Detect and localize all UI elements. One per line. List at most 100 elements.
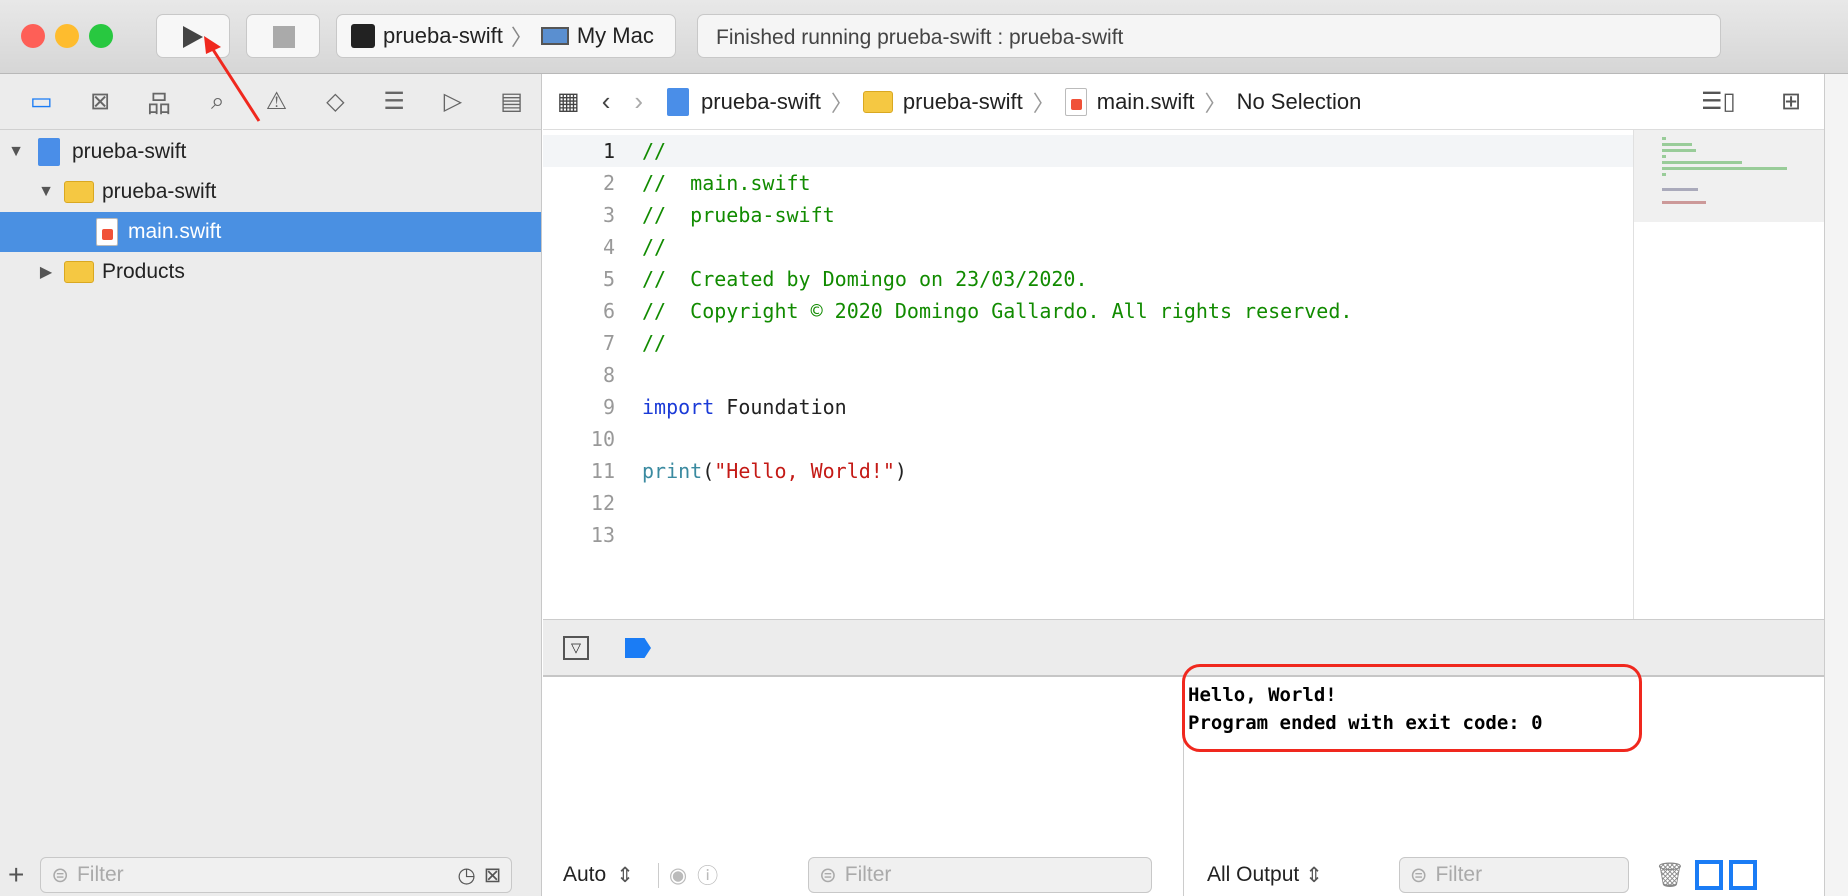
- code-text: //: [642, 235, 667, 259]
- code-text: // main.swift: [642, 171, 811, 195]
- minimap[interactable]: [1633, 130, 1824, 619]
- line-number: 8: [602, 363, 615, 387]
- code-line[interactable]: 9 import Foundation: [543, 391, 1633, 423]
- code-line[interactable]: 8: [543, 359, 1633, 391]
- breadcrumb-project[interactable]: prueba-swift: [701, 89, 821, 115]
- line-number: 5: [602, 267, 615, 291]
- breadcrumb-symbol[interactable]: No Selection: [1237, 89, 1362, 115]
- breadcrumb-file[interactable]: main.swift: [1097, 89, 1195, 115]
- code-line[interactable]: 4 //: [543, 231, 1633, 263]
- editor-options-icon[interactable]: ☰▯: [1701, 87, 1736, 116]
- disclosure-open-icon[interactable]: ▼: [6, 143, 26, 161]
- chevron-right-icon: 〉: [1032, 90, 1055, 116]
- destination-label: My Mac: [576, 23, 654, 48]
- console-filter-input[interactable]: ⊜ Filter: [1398, 857, 1629, 893]
- test-icon[interactable]: ◇: [306, 87, 365, 116]
- report-icon[interactable]: ▤: [482, 87, 541, 116]
- clock-icon[interactable]: ◷: [457, 863, 475, 888]
- filter-placeholder: Filter: [1435, 863, 1483, 886]
- variables-filter-input[interactable]: ⊜ Filter: [808, 857, 1153, 893]
- back-button[interactable]: ‹: [602, 86, 611, 117]
- line-number: 2: [602, 171, 615, 195]
- code-line[interactable]: 5 // Created by Domingo on 23/03/2020.: [543, 263, 1633, 295]
- code-line[interactable]: 11 print("Hello, World!"): [543, 455, 1633, 487]
- code-line[interactable]: 10: [543, 423, 1633, 455]
- code-text: // Copyright © 2020 Domingo Gallardo. Al…: [642, 299, 1353, 323]
- line-number: 10: [590, 427, 615, 451]
- code-line[interactable]: 6 // Copyright © 2020 Domingo Gallardo. A…: [543, 295, 1633, 327]
- info-icon[interactable]: ⓘ: [697, 860, 718, 890]
- breadcrumb-group[interactable]: prueba-swift: [903, 89, 1023, 115]
- swift-file-icon: [96, 218, 118, 246]
- chevron-right-icon: 〉: [510, 25, 533, 50]
- variables-mode-select[interactable]: Auto: [563, 863, 606, 887]
- disclosure-open-icon[interactable]: ▼: [36, 183, 56, 201]
- string-literal: "Hello, World!": [714, 459, 895, 483]
- filter-icon: ⊜: [51, 863, 69, 887]
- line-number: 6: [602, 299, 615, 323]
- navigator-filter-input[interactable]: ⊜ Filter ◷ ⊠: [40, 857, 513, 893]
- scheme-selector[interactable]: prueba-swift 〉 My Mac: [336, 14, 676, 58]
- debug-icon[interactable]: ☰: [365, 87, 424, 116]
- line-number: 13: [590, 523, 615, 547]
- laptop-icon: [540, 27, 569, 45]
- function-name: print: [642, 459, 703, 483]
- filter-placeholder: Filter: [844, 863, 892, 886]
- jump-bar: ▦ ‹ › prueba-swift 〉 prueba-swift 〉 main…: [543, 74, 1824, 130]
- annotation-highlight-box: [1182, 664, 1642, 752]
- eye-icon[interactable]: ◉: [657, 862, 687, 888]
- code-line[interactable]: 7 //: [543, 327, 1633, 359]
- source-control-filter-icon[interactable]: ⊠: [484, 863, 502, 888]
- scheme-label: prueba-swift: [383, 23, 503, 48]
- tree-item-products[interactable]: ▶ Products: [0, 252, 541, 292]
- console-footer: All Output ⇕ ⊜ Filter 🗑: [1207, 854, 1824, 896]
- source-editor[interactable]: 1 // 2 // main.swift 3 // prueba-swift 4 // 5 // …: [543, 130, 1633, 619]
- show-console-toggle-icon[interactable]: [1729, 860, 1758, 890]
- hide-debug-area-icon[interactable]: ▽: [563, 636, 589, 660]
- activity-status: Finished running prueba-swift : prueba-s…: [697, 14, 1721, 58]
- show-variables-toggle-icon[interactable]: [1695, 860, 1724, 890]
- line-number: 1: [602, 139, 615, 163]
- folder-icon: [64, 181, 94, 203]
- tree-label: prueba-swift: [72, 140, 187, 163]
- navigator: ▭ ⊠ 品 ⌕ ⚠ ◇ ☰ ▷ ▤ ▼ prueba-swift ▼ prueb…: [0, 74, 542, 896]
- related-items-icon[interactable]: ▦: [557, 87, 580, 116]
- filter-placeholder: Filter: [76, 863, 124, 886]
- code-line[interactable]: 1 //: [543, 135, 1633, 167]
- line-number: 3: [602, 203, 615, 227]
- add-editor-icon[interactable]: ⊞: [1781, 87, 1801, 116]
- variables-view: Auto ⇕ ◉ ⓘ ⊜ Filter: [543, 677, 1184, 896]
- project-icon: [38, 138, 60, 166]
- variables-footer: Auto ⇕ ◉ ⓘ ⊜ Filter: [563, 854, 1153, 896]
- line-number: 9: [602, 395, 615, 419]
- navigator-footer: + ⊜ Filter ◷ ⊠: [0, 854, 541, 896]
- code-text: // prueba-swift: [642, 203, 835, 227]
- code-text: import Foundation: [615, 395, 847, 419]
- tree-label: prueba-swift: [102, 180, 217, 203]
- updown-icon: ⇕: [616, 863, 634, 887]
- code-line[interactable]: 2 // main.swift: [543, 167, 1633, 199]
- breakpoint-icon[interactable]: ▷: [423, 87, 482, 116]
- code-line[interactable]: 13: [543, 519, 1633, 551]
- tree-item-main-swift[interactable]: main.swift: [0, 212, 541, 252]
- add-icon[interactable]: +: [8, 859, 24, 891]
- code-line[interactable]: 3 // prueba-swift: [543, 199, 1633, 231]
- folder-icon: [64, 261, 94, 283]
- tree-label: Products: [102, 260, 185, 283]
- trash-icon[interactable]: 🗑: [1655, 861, 1685, 890]
- output-mode-select[interactable]: All Output: [1207, 863, 1299, 887]
- breakpoints-toggle-icon[interactable]: [625, 638, 651, 658]
- tree-item-group[interactable]: ▼ prueba-swift: [0, 172, 541, 212]
- code-text: // Created by Domingo on 23/03/2020.: [642, 267, 1088, 291]
- tree-label: main.swift: [128, 220, 222, 243]
- terminal-icon: [351, 24, 375, 48]
- code-line[interactable]: 12: [543, 487, 1633, 519]
- line-number: 12: [590, 491, 615, 515]
- disclosure-closed-icon[interactable]: ▶: [36, 262, 56, 282]
- forward-button[interactable]: ›: [634, 86, 643, 117]
- keyword: import: [642, 395, 715, 419]
- line-number: 4: [602, 235, 615, 259]
- status-text: Finished running prueba-swift : prueba-s…: [716, 26, 1124, 49]
- code-text: //: [642, 331, 667, 355]
- project-icon: [667, 87, 690, 116]
